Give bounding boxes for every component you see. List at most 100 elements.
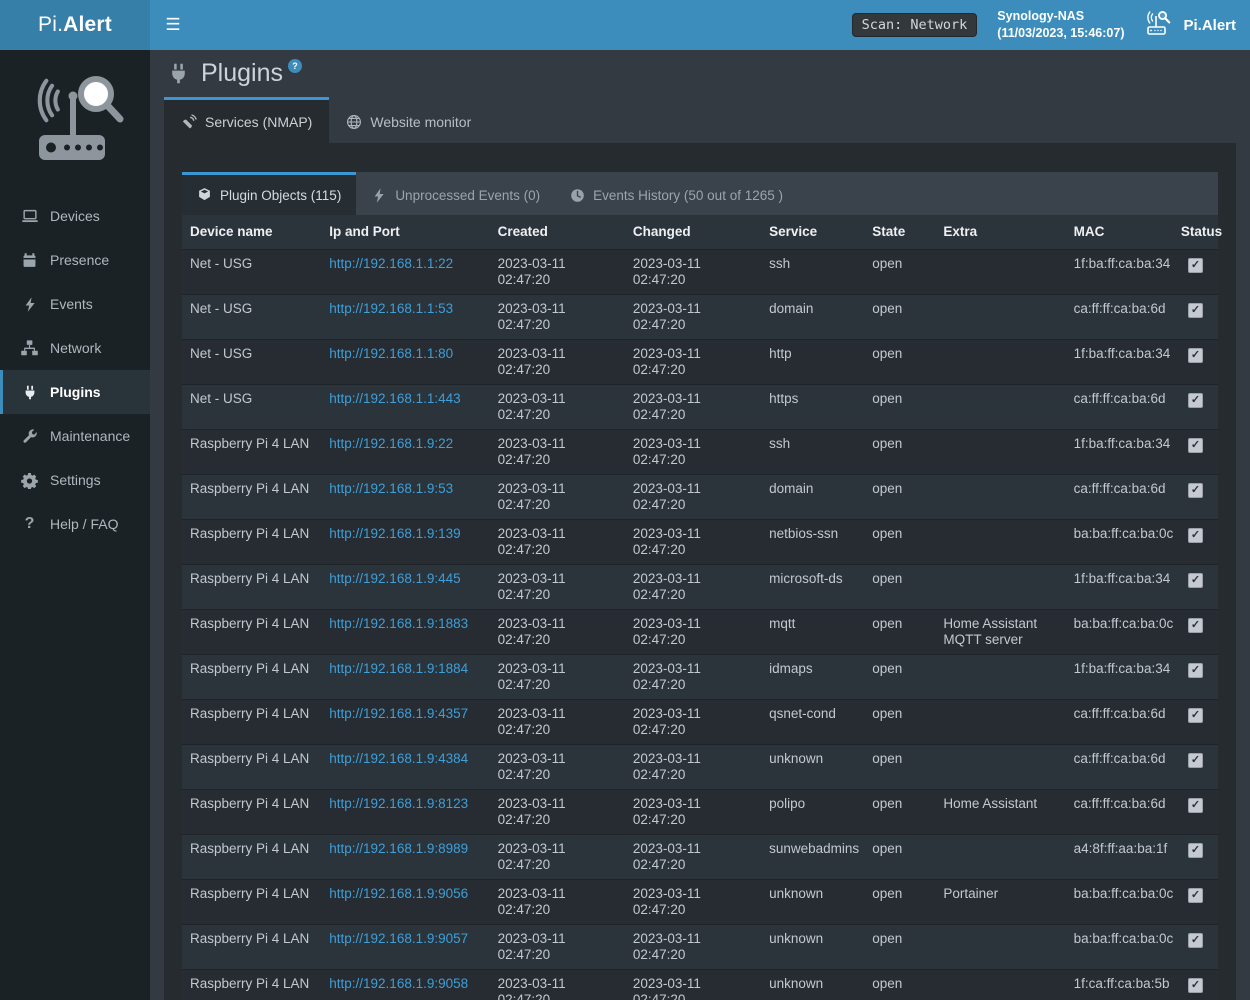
help-badge[interactable]: ? [288,59,302,73]
sidebar-item-presence[interactable]: Presence [0,238,150,282]
created-cell: 2023-03-11 02:47:20 [490,790,625,835]
sidebar-item-help-faq[interactable]: ?Help / FAQ [0,502,150,546]
ip-port-link[interactable]: http://192.168.1.9:53 [329,481,453,496]
plugin-objects-table: Device nameIp and PortCreatedChangedServ… [182,215,1218,1000]
mac-cell: ba:ba:ff:ca:ba:0c [1066,610,1173,655]
status-checkbox[interactable]: ✓ [1188,708,1203,723]
ip-port-cell: http://192.168.1.9:9057 [321,925,489,970]
ip-port-link[interactable]: http://192.168.1.1:443 [329,391,460,406]
state-cell: open [864,745,935,790]
sidebar-item-settings[interactable]: Settings [0,458,150,502]
ip-port-cell: http://192.168.1.9:1883 [321,610,489,655]
changed-cell: 2023-03-11 02:47:20 [625,610,761,655]
created-cell: 2023-03-11 02:47:20 [490,520,625,565]
status-checkbox[interactable]: ✓ [1188,348,1203,363]
ip-port-cell: http://192.168.1.9:4357 [321,700,489,745]
extra-cell [935,925,1065,970]
status-checkbox[interactable]: ✓ [1188,573,1203,588]
table-row: Raspberry Pi 4 LANhttp://192.168.1.9:905… [182,970,1218,1000]
ip-port-link[interactable]: http://192.168.1.9:8123 [329,796,468,811]
host-name: Synology-NAS [997,8,1124,26]
status-checkbox[interactable]: ✓ [1188,798,1203,813]
tab-label: Unprocessed Events (0) [395,188,540,203]
status-checkbox[interactable]: ✓ [1188,483,1203,498]
ip-port-link[interactable]: http://192.168.1.1:22 [329,256,453,271]
status-checkbox[interactable]: ✓ [1188,978,1203,993]
status-checkbox[interactable]: ✓ [1188,933,1203,948]
extra-cell: Home Assistant MQTT server [935,610,1065,655]
pialert-logo [0,50,150,194]
ip-port-link[interactable]: http://192.168.1.9:22 [329,436,453,451]
cube-icon [197,187,212,203]
status-checkbox[interactable]: ✓ [1188,528,1203,543]
status-checkbox[interactable]: ✓ [1188,843,1203,858]
app-brand[interactable]: Pi.Alert [1144,10,1236,41]
tab-website-monitor[interactable]: Website monitor [329,97,488,143]
changed-cell: 2023-03-11 02:47:20 [625,700,761,745]
state-cell: open [864,565,935,610]
table-row: Net - USGhttp://192.168.1.1:802023-03-11… [182,340,1218,385]
ip-port-link[interactable]: http://192.168.1.9:9057 [329,931,468,946]
table-row: Raspberry Pi 4 LANhttp://192.168.1.9:188… [182,610,1218,655]
changed-cell: 2023-03-11 02:47:20 [625,970,761,1000]
service-cell: unknown [761,880,864,925]
status-checkbox[interactable]: ✓ [1188,303,1203,318]
created-cell: 2023-03-11 02:47:20 [490,250,625,295]
ip-port-link[interactable]: http://192.168.1.1:53 [329,301,453,316]
plug-icon [167,62,190,85]
subtab-plugin-objects[interactable]: Plugin Objects (115) [182,172,356,215]
created-cell: 2023-03-11 02:47:20 [490,385,625,430]
state-cell: open [864,655,935,700]
status-checkbox[interactable]: ✓ [1188,393,1203,408]
ip-port-cell: http://192.168.1.9:1884 [321,655,489,700]
status-checkbox[interactable]: ✓ [1188,618,1203,633]
device-name-cell: Net - USG [182,340,321,385]
subtab-events-history[interactable]: Events History (50 out of 1265 ) [555,172,798,215]
changed-cell: 2023-03-11 02:47:20 [625,835,761,880]
extra-cell [935,835,1065,880]
question-icon: ? [20,515,39,534]
sidebar-item-label: Presence [50,252,109,268]
ip-port-link[interactable]: http://192.168.1.9:445 [329,571,460,586]
ip-port-link[interactable]: http://192.168.1.9:9058 [329,976,468,991]
status-checkbox[interactable]: ✓ [1188,258,1203,273]
brand-logo[interactable]: Pi.Alert [0,0,150,50]
changed-cell: 2023-03-11 02:47:20 [625,880,761,925]
ip-port-link[interactable]: http://192.168.1.9:8989 [329,841,468,856]
extra-cell: Home Assistant [935,790,1065,835]
ip-port-link[interactable]: http://192.168.1.1:80 [329,346,453,361]
content-area: Plugins ? Services (NMAP)Website monitor… [150,50,1250,1000]
device-name-cell: Net - USG [182,295,321,340]
sidebar-toggle-button[interactable]: ☰ [150,0,196,50]
sidebar-item-plugins[interactable]: Plugins [0,370,150,414]
ip-port-link[interactable]: http://192.168.1.9:1883 [329,616,468,631]
sidebar: Devices Presence Events NetworkPluginsMaint… [0,50,150,1000]
status-checkbox[interactable]: ✓ [1188,888,1203,903]
status-checkbox[interactable]: ✓ [1188,663,1203,678]
sidebar-item-events[interactable]: Events [0,282,150,326]
ip-port-link[interactable]: http://192.168.1.9:1884 [329,661,468,676]
sidebar-item-label: Events [50,296,93,312]
tab-services-nmap[interactable]: Services (NMAP) [164,97,329,143]
router-scan-icon [1144,10,1174,41]
device-name-cell: Raspberry Pi 4 LAN [182,430,321,475]
sidebar-item-devices[interactable]: Devices [0,194,150,238]
ip-port-link[interactable]: http://192.168.1.9:9056 [329,886,468,901]
created-cell: 2023-03-11 02:47:20 [490,430,625,475]
sidebar-item-maintenance[interactable]: Maintenance [0,414,150,458]
status-checkbox[interactable]: ✓ [1188,753,1203,768]
status-cell: ✓ [1173,970,1218,1000]
status-checkbox[interactable]: ✓ [1188,438,1203,453]
changed-cell: 2023-03-11 02:47:20 [625,745,761,790]
mac-cell: ca:ff:ff:ca:ba:6d [1066,745,1173,790]
sidebar-menu: Devices Presence Events NetworkPluginsMaint… [0,194,150,546]
changed-cell: 2023-03-11 02:47:20 [625,565,761,610]
page-header: Plugins ? [164,50,1236,97]
service-cell: domain [761,295,864,340]
ip-port-link[interactable]: http://192.168.1.9:139 [329,526,460,541]
top-navbar: Pi.Alert ☰ Scan: Network Synology-NAS (1… [0,0,1250,50]
sidebar-item-network[interactable]: Network [0,326,150,370]
ip-port-link[interactable]: http://192.168.1.9:4357 [329,706,468,721]
ip-port-link[interactable]: http://192.168.1.9:4384 [329,751,468,766]
subtab-unprocessed-events[interactable]: Unprocessed Events (0) [356,172,555,215]
